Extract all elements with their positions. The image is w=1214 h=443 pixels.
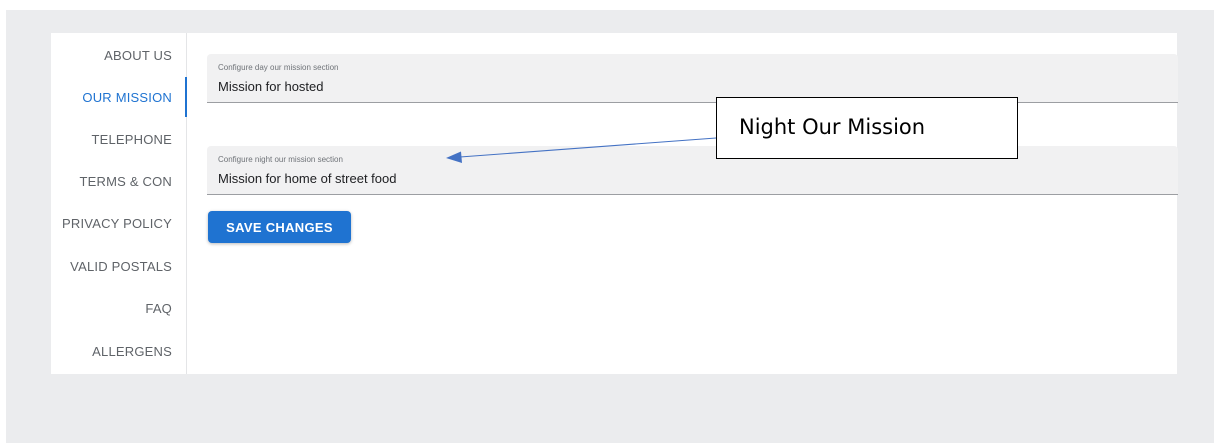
day-mission-input[interactable]: [218, 79, 1118, 94]
night-mission-label: Configure night our mission section: [218, 155, 343, 164]
sidebar-item-terms[interactable]: TERMS & CON: [80, 174, 172, 189]
sidebar-item-valid-postals[interactable]: VALID POSTALS: [70, 259, 172, 274]
active-tab-indicator: [185, 77, 187, 117]
sidebar-item-allergens[interactable]: ALLERGENS: [92, 344, 172, 359]
settings-sidebar: ABOUT US OUR MISSION TELEPHONE TERMS & C…: [51, 33, 187, 374]
annotation-callout: Night Our Mission: [716, 97, 1018, 159]
save-changes-button[interactable]: SAVE CHANGES: [208, 211, 351, 243]
night-mission-input[interactable]: [218, 171, 1118, 186]
day-mission-label: Configure day our mission section: [218, 63, 339, 72]
settings-panel: ABOUT US OUR MISSION TELEPHONE TERMS & C…: [51, 33, 1178, 374]
sidebar-item-about-us[interactable]: ABOUT US: [104, 48, 172, 63]
sidebar-item-our-mission[interactable]: OUR MISSION: [82, 90, 172, 105]
annotation-text: Night Our Mission: [739, 115, 926, 139]
day-mission-field[interactable]: Configure day our mission section: [207, 54, 1178, 103]
sidebar-item-privacy-policy[interactable]: PRIVACY POLICY: [62, 216, 172, 231]
night-mission-field[interactable]: Configure night our mission section: [207, 146, 1178, 195]
sidebar-item-faq[interactable]: FAQ: [145, 301, 172, 316]
sidebar-item-telephone[interactable]: TELEPHONE: [91, 132, 172, 147]
